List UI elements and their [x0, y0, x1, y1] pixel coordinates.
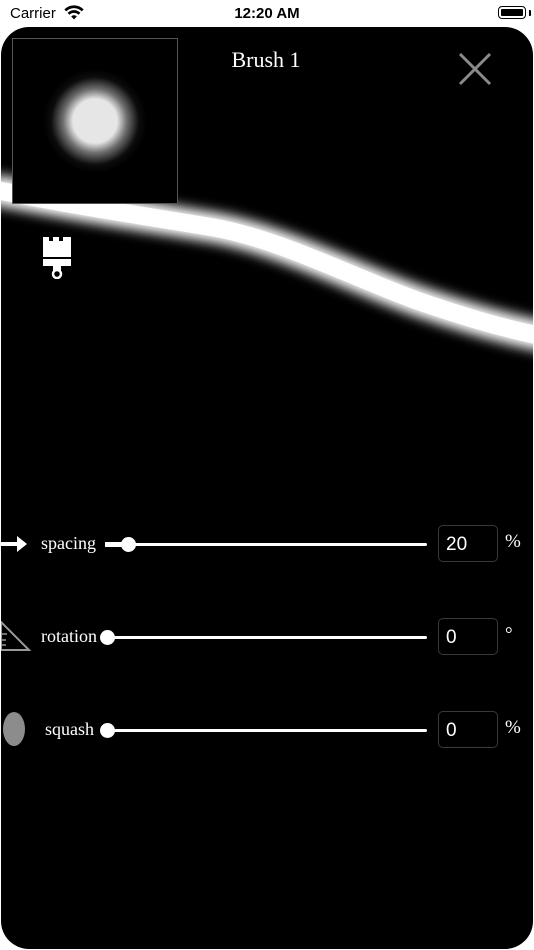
- squash-row: squash 0 %: [1, 711, 533, 751]
- close-icon[interactable]: [455, 49, 495, 89]
- brush-settings-sheet: Brush 1 spacing 20 % rotation 0 ° squash…: [1, 27, 533, 949]
- spacing-label: spacing: [41, 533, 96, 553]
- status-bar: Carrier 12:20 AM: [0, 0, 534, 28]
- rotation-row: rotation 0 °: [1, 618, 533, 658]
- squash-ellipse-icon: [3, 712, 25, 746]
- spacing-unit: %: [505, 531, 521, 552]
- battery-tip: [529, 10, 531, 16]
- squash-unit: %: [505, 717, 521, 738]
- squash-slider-thumb[interactable]: [100, 723, 115, 738]
- spacing-value-field[interactable]: 20: [438, 525, 498, 562]
- brush-tip-preview[interactable]: [12, 38, 178, 204]
- spacing-row: spacing 20 %: [1, 525, 533, 565]
- paint-brush-icon[interactable]: [41, 235, 75, 279]
- battery-icon: [498, 6, 526, 19]
- page-title: Brush 1: [231, 47, 301, 72]
- spacing-slider-thumb[interactable]: [121, 537, 136, 552]
- rotation-triangle-icon: [1, 620, 31, 651]
- spacing-arrow-icon: [1, 536, 27, 552]
- squash-value-field[interactable]: 0: [438, 711, 498, 748]
- spacing-slider-track[interactable]: [105, 542, 427, 547]
- squash-slider-track[interactable]: [105, 729, 427, 732]
- brush-tip-preview-container: [1, 27, 191, 217]
- rotation-slider-track[interactable]: [105, 636, 427, 639]
- rotation-unit: °: [505, 624, 513, 645]
- clock: 12:20 AM: [234, 5, 300, 22]
- rotation-slider-thumb[interactable]: [100, 630, 115, 645]
- rotation-value-field[interactable]: 0: [438, 618, 498, 655]
